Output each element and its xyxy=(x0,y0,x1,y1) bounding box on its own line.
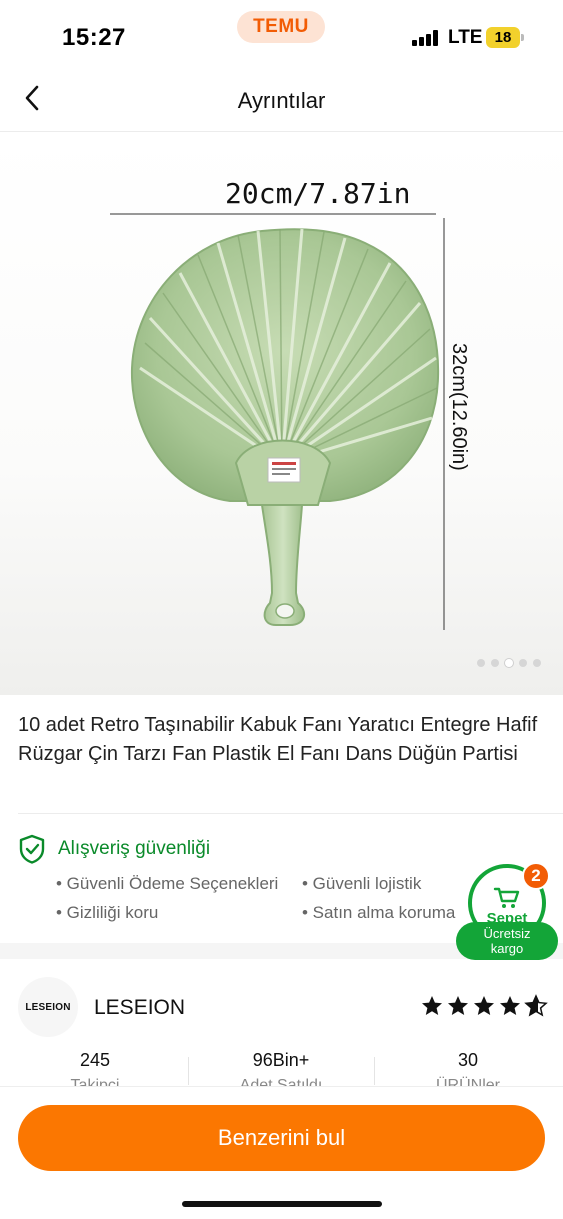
carousel-dot[interactable] xyxy=(533,659,541,667)
stat-divider xyxy=(188,1057,189,1085)
security-item: • Satın alma koruma xyxy=(302,903,456,922)
page-title: Ayrıntılar xyxy=(237,88,326,113)
product-image[interactable]: 20cm/7.87in 32cm(12.60in) xyxy=(0,133,563,695)
free-shipping-line1: Ücretsiz xyxy=(483,926,531,941)
carousel-dot[interactable] xyxy=(519,659,527,667)
screen: 15:27 TEMU LTE 18 Ayrıntılar 20cm/7.87in xyxy=(0,0,563,1219)
fan-illustration xyxy=(110,213,445,630)
carousel-dot[interactable] xyxy=(491,659,499,667)
star-icon xyxy=(474,996,494,1015)
bottom-action-bar: Benzerini bul xyxy=(0,1086,563,1219)
stat-value: 96Bin+ xyxy=(252,1050,310,1070)
temu-app-badge[interactable]: TEMU xyxy=(237,11,325,43)
security-item: • Güvenli Ödeme Seçenekleri xyxy=(56,874,279,893)
security-item: • Gizliliği koru xyxy=(56,903,159,922)
cart-count-badge: 2 xyxy=(522,862,550,890)
product-title: 10 adet Retro Taşınabilir Kabuk Fanı Yar… xyxy=(18,714,538,765)
home-indicator[interactable] xyxy=(182,1201,382,1207)
star-icon xyxy=(500,996,520,1015)
height-dimension-label: 32cm(12.60in) xyxy=(448,343,470,471)
battery-cap xyxy=(521,34,524,41)
stat-value: 30 xyxy=(457,1050,479,1070)
star-icon xyxy=(422,996,442,1015)
shield-check-icon xyxy=(19,834,45,864)
cart-icon xyxy=(493,887,520,908)
carousel-dot[interactable] xyxy=(477,659,485,667)
cart-float-button[interactable]: Sepet 2 Ücretsiz kargo xyxy=(456,860,558,962)
star-half-icon xyxy=(524,994,548,1017)
status-time: 15:27 xyxy=(62,24,126,51)
store-rating xyxy=(420,994,548,1018)
stat-value: 245 xyxy=(79,1050,111,1070)
security-item: • Güvenli lojistik xyxy=(302,874,422,893)
free-shipping-badge: Ücretsiz kargo xyxy=(456,922,558,960)
free-shipping-line2: kargo xyxy=(490,941,524,956)
star-icon xyxy=(448,996,468,1015)
battery-level: 18 xyxy=(494,29,512,46)
divider xyxy=(18,813,563,814)
battery-icon: 18 xyxy=(486,27,520,48)
stat-divider xyxy=(374,1057,375,1085)
store-logo-text: LESEION xyxy=(25,1001,71,1013)
shopping-security-header[interactable]: Alışveriş güvenliği xyxy=(18,834,210,864)
store-name[interactable]: LESEION xyxy=(94,996,185,1020)
find-similar-button[interactable]: Benzerini bul xyxy=(18,1105,545,1171)
carousel-dots[interactable] xyxy=(477,659,541,667)
carousel-dot-active[interactable] xyxy=(505,659,513,667)
store-logo[interactable]: LESEION xyxy=(18,977,78,1037)
nav-bar: Ayrıntılar xyxy=(0,66,563,132)
signal-icon xyxy=(412,30,438,46)
network-type: LTE xyxy=(448,27,483,48)
status-bar: 15:27 TEMU LTE 18 xyxy=(0,0,563,66)
security-title: Alışveriş güvenliği xyxy=(58,838,211,859)
